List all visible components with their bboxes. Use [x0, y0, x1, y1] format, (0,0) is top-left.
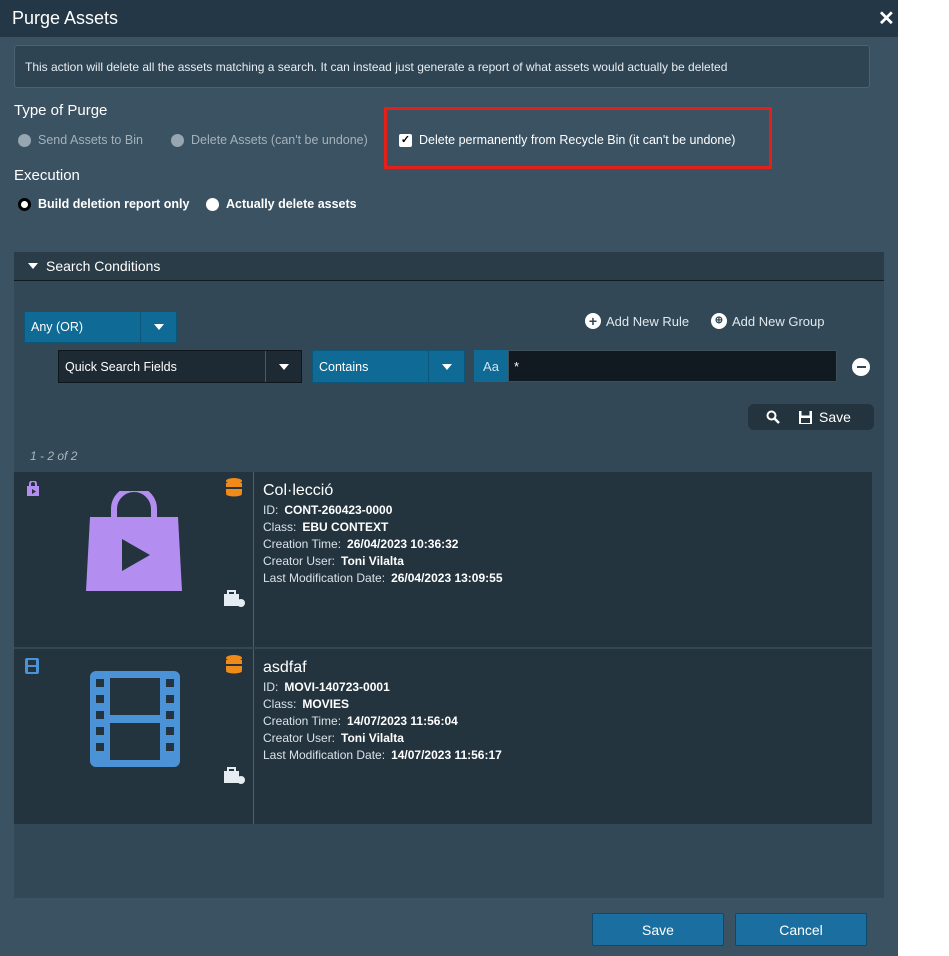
- chevron-down-icon: [140, 312, 176, 342]
- meta-label: Creator User:: [263, 731, 336, 745]
- purge-option-label: Send Assets to Bin: [38, 133, 143, 147]
- asset-id: CONT-260423-0000: [284, 503, 393, 517]
- bag-lock-icon: [224, 767, 245, 784]
- dialog-title: Purge Assets: [12, 8, 119, 28]
- shopping-bag-small-icon: [27, 481, 39, 496]
- asset-creator: Toni Vilalta: [341, 554, 404, 568]
- execution-option-label: Actually delete assets: [226, 197, 357, 211]
- collapse-triangle-icon: [28, 263, 38, 269]
- asset-class: EBU CONTEXT: [302, 520, 389, 534]
- film-strip-icon: [90, 671, 180, 767]
- meta-label: Creator User:: [263, 554, 336, 568]
- execution-option-actually-delete[interactable]: Actually delete assets: [206, 197, 357, 211]
- floppy-disk-icon: [799, 410, 812, 424]
- radio-icon: [18, 133, 31, 147]
- bag-lock-icon: [224, 590, 245, 607]
- remove-rule-icon[interactable]: [852, 358, 870, 376]
- add-new-rule-label: Add New Rule: [606, 313, 690, 329]
- meta-label: ID:: [263, 680, 279, 694]
- match-mode-select[interactable]: Any (OR): [24, 311, 177, 343]
- meta-label: Last Modification Date:: [263, 748, 386, 762]
- highlight-annotation-box: [384, 107, 772, 169]
- add-new-rule-button[interactable]: + Add New Rule: [585, 313, 689, 329]
- purge-assets-dialog: Purge Assets ✕ This action will delete a…: [0, 0, 898, 956]
- search-icon: [766, 410, 780, 424]
- asset-modified-date: 26/04/2023 13:09:55: [391, 571, 503, 585]
- storage-database-icon: [226, 478, 242, 497]
- rule-operator-value: Contains: [319, 359, 369, 374]
- plus-circle-icon: +: [585, 313, 601, 329]
- result-metadata: asdfaf ID: MOVI-140723-0001 Class: MOVIES …: [263, 659, 502, 764]
- asset-class: MOVIES: [302, 697, 350, 711]
- meta-label: Last Modification Date:: [263, 571, 386, 585]
- search-button[interactable]: [766, 410, 780, 424]
- purge-option-send-to-bin[interactable]: Send Assets to Bin: [18, 133, 143, 147]
- meta-label: Creation Time:: [263, 537, 342, 551]
- rule-field-value: Quick Search Fields: [65, 359, 177, 374]
- purge-option-delete-assets[interactable]: Delete Assets (can't be undone): [171, 133, 368, 147]
- result-item[interactable]: Col·lecció ID: CONT-260423-0000 Class: EBU…: [14, 472, 872, 647]
- search-conditions-title: Search Conditions: [46, 258, 161, 274]
- meta-label: Class:: [263, 697, 297, 711]
- chevron-down-icon: [428, 351, 464, 382]
- rule-field-select[interactable]: Quick Search Fields: [58, 350, 302, 383]
- meta-label: Class:: [263, 520, 297, 534]
- asset-creation-time: 26/04/2023 10:36:32: [347, 537, 459, 551]
- meta-label: ID:: [263, 503, 279, 517]
- cancel-button[interactable]: Cancel: [735, 913, 867, 946]
- storage-database-icon: [226, 655, 242, 674]
- search-action-bar: Save: [748, 404, 874, 430]
- add-new-group-label: Add New Group: [732, 313, 825, 329]
- rule-value-input[interactable]: *: [508, 350, 837, 382]
- results-count: 1 - 2 of 2: [30, 449, 78, 463]
- add-new-group-button[interactable]: ⊕ Add New Group: [711, 313, 825, 329]
- film-small-icon: [25, 658, 39, 674]
- execution-option-label: Build deletion report only: [38, 197, 190, 211]
- rule-operator-select[interactable]: Contains: [312, 350, 465, 383]
- close-icon[interactable]: ✕: [878, 6, 895, 31]
- chevron-down-icon: [265, 351, 301, 382]
- purge-option-label: Delete Assets (can't be undone): [191, 133, 368, 147]
- dialog-titlebar: Purge Assets ✕: [0, 0, 898, 37]
- execution-label: Execution: [14, 167, 80, 184]
- asset-creation-time: 14/07/2023 11:56:04: [347, 714, 458, 728]
- group-circle-icon: ⊕: [711, 313, 727, 329]
- radio-icon: [171, 133, 184, 147]
- execution-option-report-only[interactable]: Build deletion report only: [18, 197, 189, 211]
- search-conditions-header[interactable]: Search Conditions: [14, 252, 884, 281]
- info-banner: This action will delete all the assets m…: [14, 45, 870, 88]
- asset-name: Col·lecció: [263, 482, 334, 499]
- type-of-purge-label: Type of Purge: [14, 102, 108, 119]
- result-thumbnail-column: [14, 472, 254, 647]
- save-button[interactable]: Save: [592, 913, 724, 946]
- asset-creator: Toni Vilalta: [341, 731, 404, 745]
- asset-modified-date: 14/07/2023 11:56:17: [391, 748, 502, 762]
- asset-name: asdfaf: [263, 659, 307, 676]
- save-search-label: Save: [819, 409, 851, 425]
- asset-id: MOVI-140723-0001: [284, 680, 390, 694]
- save-search-button[interactable]: Save: [798, 409, 851, 425]
- radio-selected-icon: [18, 197, 31, 211]
- result-item[interactable]: asdfaf ID: MOVI-140723-0001 Class: MOVIES …: [14, 649, 872, 824]
- meta-label: Creation Time:: [263, 714, 342, 728]
- result-metadata: Col·lecció ID: CONT-260423-0000 Class: EBU…: [263, 482, 503, 587]
- case-sensitive-toggle[interactable]: Aa: [474, 350, 508, 382]
- radio-icon: [206, 197, 219, 211]
- match-mode-value: Any (OR): [31, 320, 84, 334]
- result-thumbnail-column: [14, 649, 254, 824]
- shopping-bag-play-icon: [86, 491, 182, 591]
